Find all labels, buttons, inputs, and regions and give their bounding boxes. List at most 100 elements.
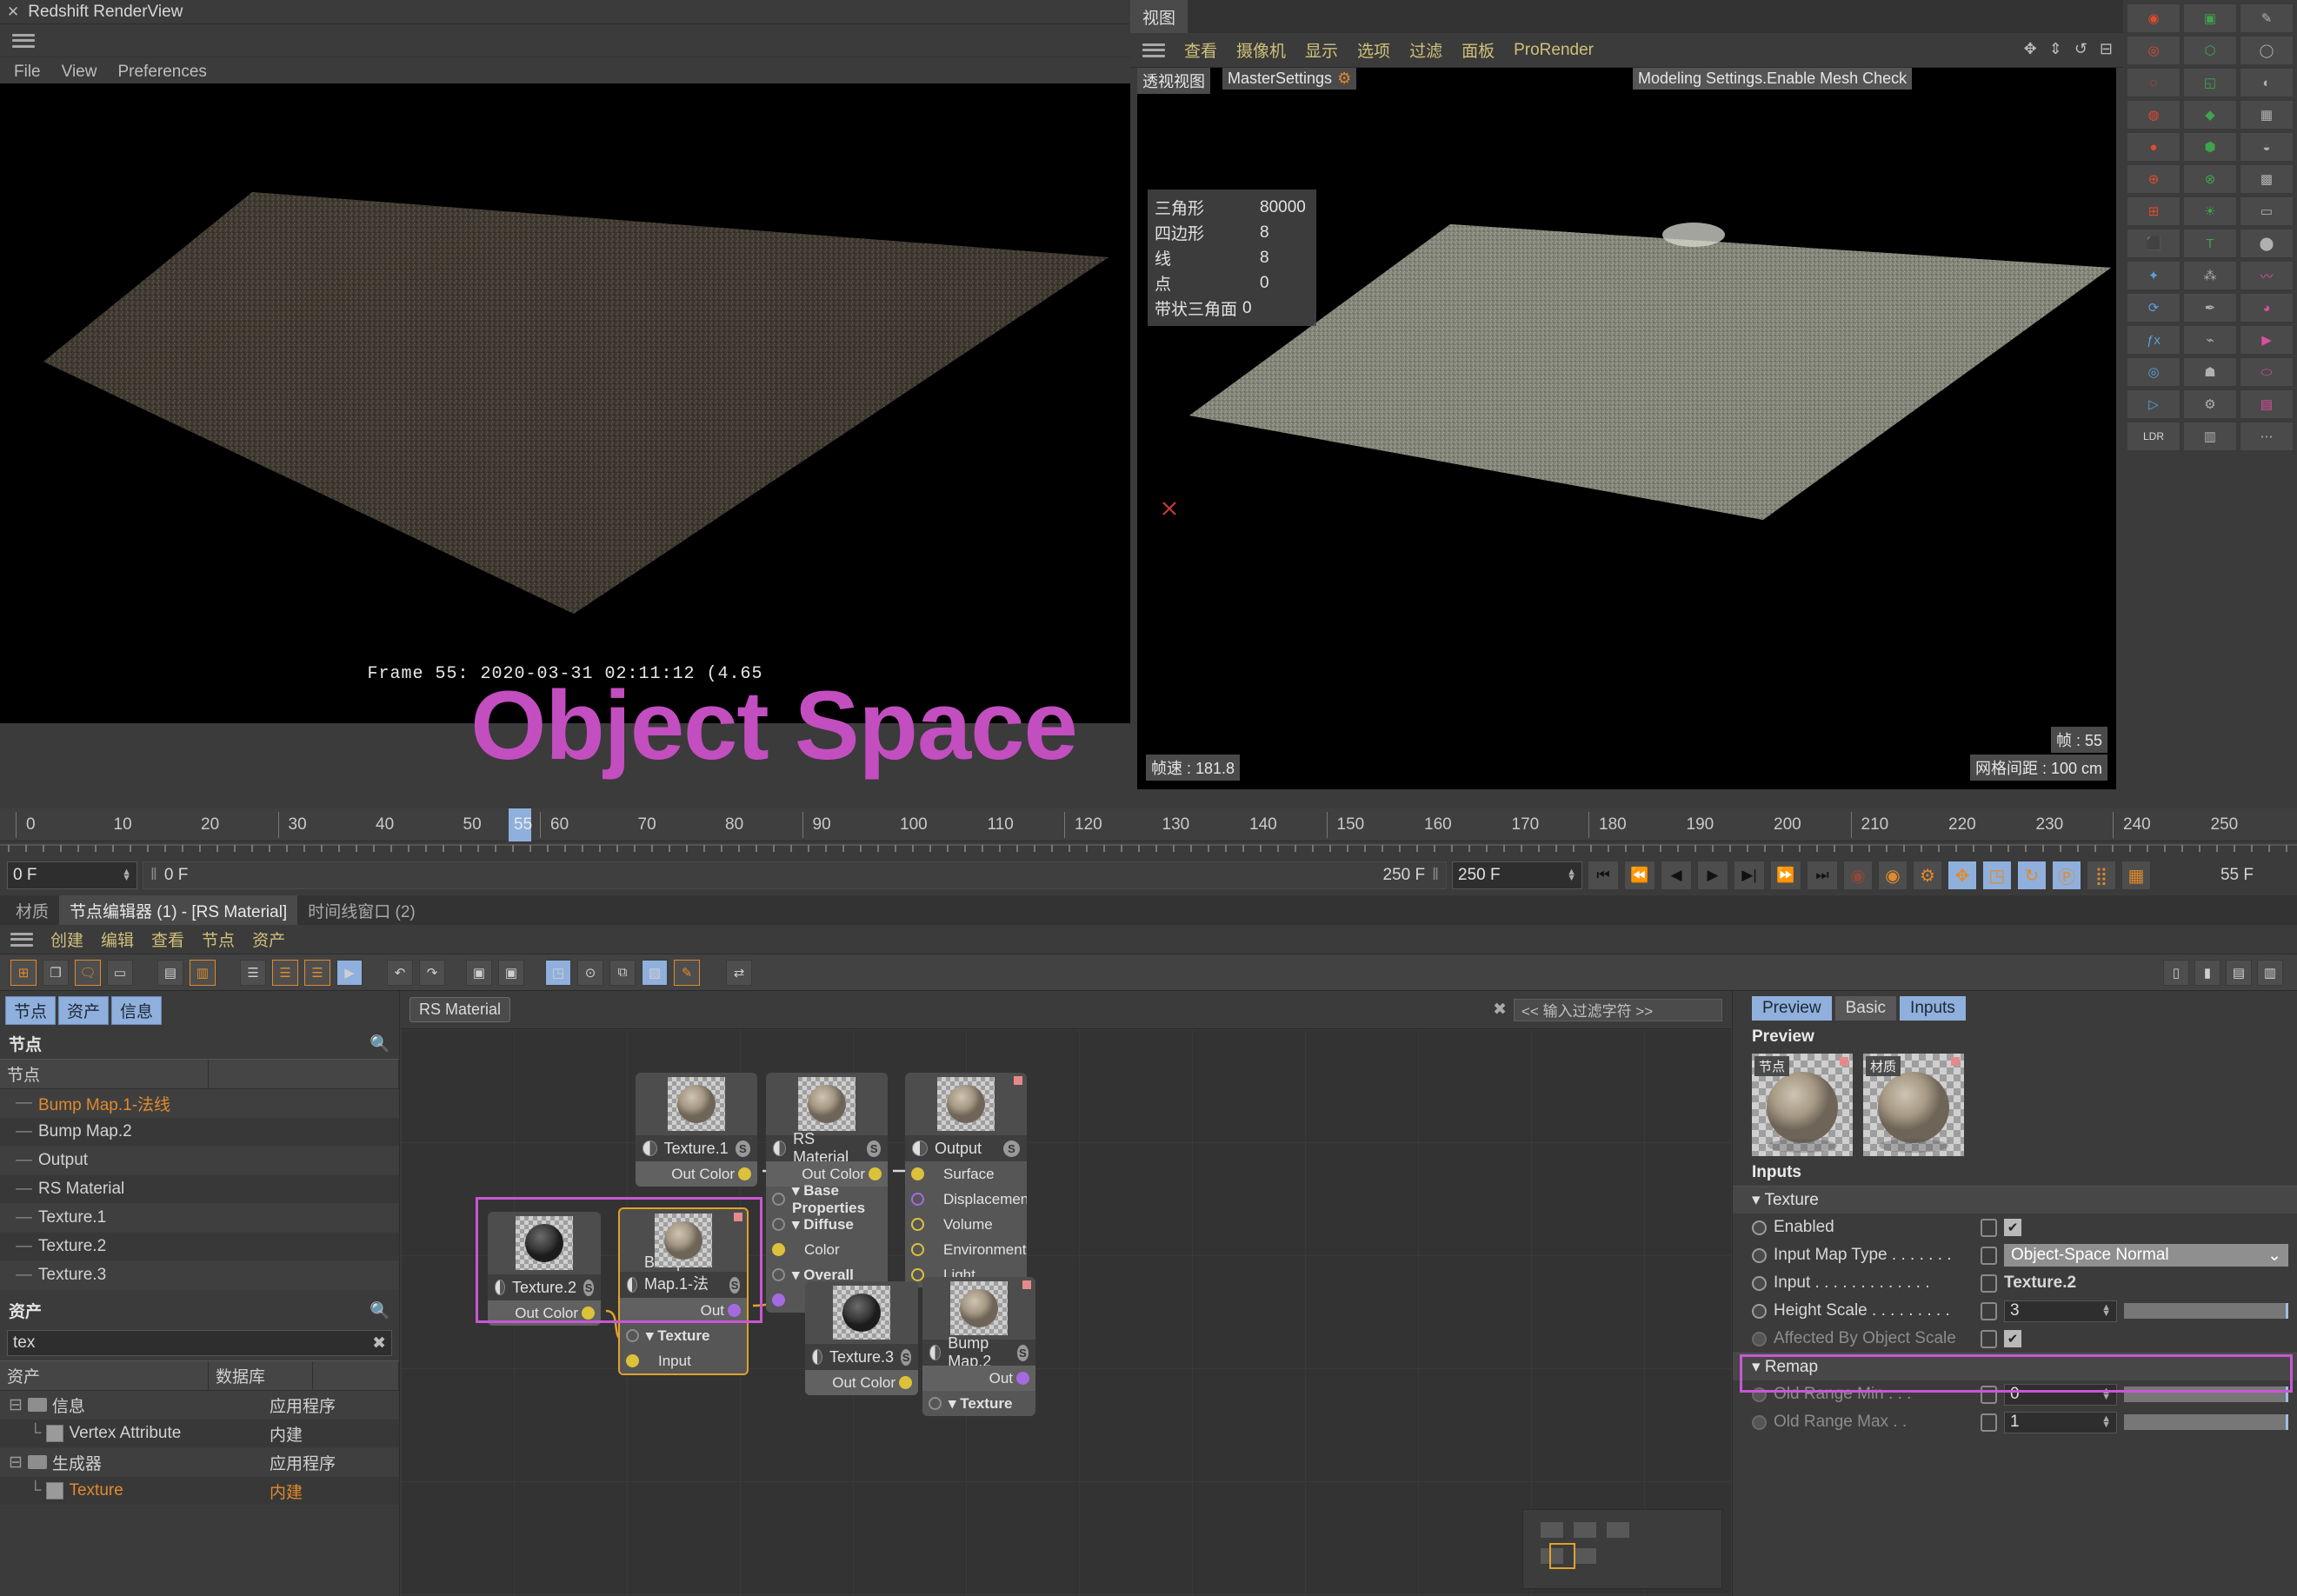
graph-node[interactable]: Texture.3 S Out Color xyxy=(805,1281,918,1395)
prev-frame-icon[interactable]: ◀ xyxy=(1661,861,1692,890)
record-icon[interactable]: ◉ xyxy=(1878,861,1908,890)
stepper-icon[interactable]: ▲ ▼ xyxy=(2101,1303,2111,1319)
layout-two-icon[interactable]: ▮ xyxy=(2194,959,2220,986)
left-tab-assets[interactable]: 资产 xyxy=(58,996,110,1025)
preview-toggle-icon[interactable]: ◳ xyxy=(545,959,571,986)
dynamics-icon[interactable]: ⟳ xyxy=(2127,293,2180,323)
node-list-item[interactable]: — Texture.1 xyxy=(0,1204,399,1233)
thumbnail-toggle-icon[interactable]: ▨ xyxy=(642,959,668,986)
menu-item-view[interactable]: View xyxy=(62,63,97,82)
property-row[interactable]: Height Scale . . . . . . . . . 3 ▲ ▼ xyxy=(1733,1297,2297,1325)
group-icon[interactable]: ▤ xyxy=(157,959,183,986)
property-row[interactable]: Old Range Min . . . 0 ▲ ▼ xyxy=(1733,1380,2297,1408)
close-icon[interactable]: ✕ xyxy=(7,3,19,21)
select-lasso-icon[interactable]: ◌ xyxy=(2127,68,2180,97)
cloth-icon[interactable]: ⬭ xyxy=(2240,357,2294,387)
node-port-dot[interactable] xyxy=(626,1329,639,1342)
node-title-bar[interactable]: RS Material S xyxy=(766,1130,888,1166)
property-row[interactable]: Old Range Max . . 1 ▲ ▼ xyxy=(1733,1408,2297,1436)
palette-more-icon[interactable]: ⋯ xyxy=(2240,422,2294,451)
property-port-icon[interactable] xyxy=(1752,1414,1767,1430)
xpresso-icon[interactable]: ƒx xyxy=(2127,325,2180,355)
points-icon[interactable]: ⣿ xyxy=(2087,861,2116,890)
timeline-ruler[interactable]: 55 0 10 20 30 40 50 60 70 80 90 100 110 120 130 140 150… xyxy=(0,808,2297,841)
node-solo-icon[interactable]: S xyxy=(1016,1344,1029,1361)
duplicate-node-icon[interactable]: ❐ xyxy=(43,959,69,986)
expand-icon[interactable]: ⊟ xyxy=(9,1453,23,1473)
property-port-icon[interactable] xyxy=(1752,1387,1767,1402)
menu-item-edit[interactable]: 编辑 xyxy=(101,928,134,951)
layout-icon[interactable]: ▶ xyxy=(336,959,363,986)
tab-inputs[interactable]: Inputs xyxy=(1900,996,1966,1021)
graph-node[interactable]: RS Material S Out Color ▾ Base Properties ▾ … xyxy=(766,1073,888,1313)
cube-icon[interactable]: ▣ xyxy=(2183,3,2237,33)
graph-breadcrumb[interactable]: RS Material xyxy=(409,997,511,1022)
rotate-icon[interactable]: ↺ xyxy=(2074,40,2087,58)
move-icon[interactable]: ✥ xyxy=(2024,40,2037,58)
viewport-tab[interactable]: 视图 xyxy=(1130,0,1188,33)
property-number-input[interactable]: 1 ▲ ▼ xyxy=(2004,1411,2117,1433)
graph-node[interactable]: Bump Map.2 S Out ▾ Texture xyxy=(922,1277,1035,1416)
clear-icon[interactable]: ✖ xyxy=(372,1333,386,1353)
select-live-icon[interactable]: ◉ xyxy=(2127,3,2180,33)
property-override-icon[interactable] xyxy=(1981,1413,1997,1432)
menu-item-file[interactable]: File xyxy=(14,63,41,82)
play-icon[interactable]: ▶ xyxy=(1697,861,1728,890)
simulate-icon[interactable]: ▶ xyxy=(2240,325,2294,355)
asset-list-item[interactable]: ⊟ 生成器 应用程序 xyxy=(0,1448,399,1477)
node-list-item[interactable]: — Output xyxy=(0,1147,399,1175)
points-icon[interactable]: ⬡ xyxy=(2183,36,2237,65)
property-group-header[interactable]: ▾ Texture xyxy=(1733,1186,2297,1214)
node-solo-icon[interactable]: S xyxy=(735,1140,750,1157)
node-port-dot[interactable] xyxy=(772,1268,785,1281)
expand-icon[interactable]: ⊟ xyxy=(9,1395,23,1415)
node-title-bar[interactable]: Texture.3 S xyxy=(805,1344,918,1370)
edges-icon[interactable]: ◱ xyxy=(2183,68,2237,97)
menu-item-create[interactable]: 创建 xyxy=(50,928,83,951)
layout-three-icon[interactable]: ▤ xyxy=(2226,959,2252,986)
node-input-row[interactable]: Input xyxy=(620,1348,747,1373)
renderview-canvas[interactable]: Frame 55: 2020-03-31 02:11:12 (4.65 xyxy=(0,83,1130,723)
character-icon[interactable]: ☗ xyxy=(2183,357,2237,387)
motion-icon[interactable]: ⌁ xyxy=(2183,325,2237,355)
property-row[interactable]: Input . . . . . . . . . . . . . Texture.2 xyxy=(1733,1269,2297,1297)
viewport-perspective-label[interactable]: 透视视图 xyxy=(1137,68,1210,94)
picture-viewer-icon[interactable]: ▤ xyxy=(2240,389,2294,419)
tab-node-editor[interactable]: 节点编辑器 (1) - [RS Material] xyxy=(59,895,298,925)
node-graph-area[interactable]: RS Material ✖ << 输入过滤字符 >> Texture.1 S Out… xyxy=(401,991,1731,1596)
node-output-row[interactable]: Out Color xyxy=(805,1370,918,1395)
end-frame-input[interactable]: 250 F ▲ ▼ xyxy=(1452,861,1582,889)
note-icon[interactable]: ▭ xyxy=(107,959,133,986)
node-list-item[interactable]: — RS Material xyxy=(0,1175,399,1204)
film-icon[interactable]: ▦ xyxy=(2121,861,2151,890)
cloner-icon[interactable]: ⁂ xyxy=(2183,261,2237,290)
node-port-dot[interactable] xyxy=(772,1218,785,1231)
maximize-icon[interactable]: ⊟ xyxy=(2100,40,2113,58)
left-tab-info[interactable]: 信息 xyxy=(111,996,163,1025)
node-title-bar[interactable]: Texture.1 S xyxy=(636,1135,757,1161)
node-output-row[interactable]: Out xyxy=(922,1366,1035,1391)
node-port-dot[interactable] xyxy=(772,1193,785,1206)
uv-icon[interactable]: ⊞ xyxy=(2127,196,2180,226)
mograph-icon[interactable]: ✦ xyxy=(2127,261,2180,290)
node-output-row[interactable]: Out Color xyxy=(636,1161,757,1187)
node-port-dot[interactable] xyxy=(911,1243,924,1256)
node-port-dot[interactable] xyxy=(911,1193,924,1206)
property-override-icon[interactable] xyxy=(1981,1301,1997,1320)
property-row[interactable]: Input Map Type . . . . . . . Object-Space… xyxy=(1733,1241,2297,1269)
node-input-row[interactable]: ▾ Texture xyxy=(922,1391,1035,1416)
tab-timeline-window[interactable]: 时间线窗口 (2) xyxy=(297,895,426,925)
property-checkbox[interactable]: ✔ xyxy=(2004,1219,2021,1236)
graph-node[interactable]: Texture.1 S Out Color xyxy=(636,1073,757,1187)
node-solo-icon[interactable]: S xyxy=(901,1348,911,1366)
node-input-row[interactable]: Surface xyxy=(905,1161,1027,1187)
align-h-icon[interactable]: ☰ xyxy=(240,959,266,986)
viewport-menu-prorender[interactable]: ProRender xyxy=(1514,41,1594,60)
cube-green-icon[interactable]: ⬛ xyxy=(2127,229,2180,258)
distribute-icon[interactable]: ☰ xyxy=(304,959,330,986)
node-port-dot[interactable] xyxy=(738,1167,751,1180)
comment-node-icon[interactable]: 🗨 xyxy=(75,959,101,986)
light-icon[interactable]: ☀ xyxy=(2183,196,2237,226)
new-node-icon[interactable]: ⊞ xyxy=(10,959,37,986)
property-slider[interactable] xyxy=(2124,1303,2288,1319)
